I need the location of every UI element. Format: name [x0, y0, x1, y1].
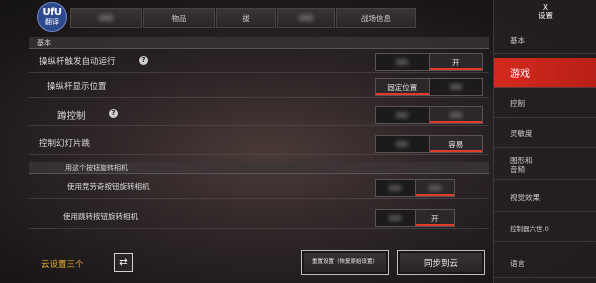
row-joystick-auto-run: 操纵杆触发自动运行 ? 开	[29, 50, 489, 73]
settings-sidebar: X 设置 基本 游戏 控制 灵敏度 图形和 音频 视觉效果 控制器六世.0 语言	[493, 0, 596, 283]
toggle-fixed-option[interactable]: 固定位置	[376, 79, 429, 95]
toggle-option-b[interactable]	[429, 107, 482, 123]
section-basic: 基本	[29, 37, 489, 49]
toggle-on-option[interactable]: 开	[415, 210, 454, 226]
toggle-other-option[interactable]	[430, 79, 483, 95]
row-jump-rotate: 使用跳转按钮旋转相机 开	[29, 206, 489, 229]
toggle-on-option[interactable]: 开	[429, 54, 482, 70]
row-aim-rotate: 使用竞劳奇按钮旋转相机	[29, 176, 489, 199]
row-label: 蹲控制	[57, 111, 86, 122]
top-tab-bar: 物品 拔 战场信息	[70, 8, 490, 28]
settings-screen: UfU 翻译 物品 拔 战场信息 基本 操纵杆触发自动运行 ? 开 操纵杆显示位…	[0, 0, 596, 283]
row-label: 使用竞劳奇按钮旋转相机	[67, 182, 150, 191]
toggle-easy-option[interactable]: 容易	[429, 136, 482, 152]
row-label: 控制幻灯片跳	[39, 139, 91, 149]
sidebar-item-visual-effects[interactable]: 视觉效果	[494, 184, 596, 212]
row-slide-control: 控制幻灯片跳 容易	[29, 132, 489, 155]
settings-panel: 基本 操纵杆触发自动运行 ? 开 操纵杆显示位置 固定位置 蹲控制 ? 控制幻灯…	[29, 33, 489, 241]
tab-0[interactable]	[70, 8, 142, 28]
reset-settings-button[interactable]: 重置设置（恢复原始设置）	[301, 250, 389, 275]
tab-3[interactable]	[277, 8, 335, 28]
toggle-option-b[interactable]	[415, 180, 454, 196]
toggle-off-option[interactable]	[376, 54, 429, 70]
help-icon[interactable]: ?	[139, 56, 148, 65]
joystick-auto-run-toggle[interactable]: 开	[375, 53, 483, 71]
tab-pickup[interactable]: 拔	[216, 8, 276, 28]
tab-items[interactable]: 物品	[143, 8, 215, 28]
aim-rotate-toggle[interactable]	[375, 179, 455, 197]
help-icon[interactable]: ?	[109, 109, 118, 118]
row-joystick-position: 操纵杆显示位置 固定位置	[29, 75, 489, 98]
section-camera: 用这个按钮旋转相机	[29, 162, 489, 174]
row-label: 使用跳转按钮旋转相机	[63, 212, 138, 221]
joystick-position-toggle[interactable]: 固定位置	[375, 78, 483, 96]
cloud-settings-label: 云设置三个	[41, 260, 84, 270]
row-crouch: 蹲控制 ?	[29, 103, 489, 126]
sidebar-item-graphics-audio[interactable]: 图形和 音频	[494, 150, 596, 180]
translate-logo: UfU	[42, 7, 62, 18]
slide-control-toggle[interactable]: 容易	[375, 135, 483, 153]
sync-to-cloud-button[interactable]: 同步到云	[397, 250, 485, 275]
crouch-toggle[interactable]	[375, 106, 483, 124]
sidebar-item-sensitivity[interactable]: 灵敏度	[494, 120, 596, 148]
sidebar-item-controller[interactable]: 控制器六世.0	[494, 214, 596, 242]
toggle-option-a[interactable]	[376, 107, 429, 123]
sidebar-item-basic[interactable]: 基本	[494, 28, 596, 54]
sidebar-title: 设置	[538, 11, 553, 20]
sidebar-item-controls[interactable]: 控制	[494, 90, 596, 118]
jump-rotate-toggle[interactable]: 开	[375, 209, 455, 227]
toggle-option-a[interactable]	[376, 136, 429, 152]
translate-label: 翻译	[45, 18, 59, 26]
sidebar-item-game[interactable]: 游戏	[494, 58, 596, 88]
toggle-off-option[interactable]	[376, 210, 415, 226]
row-label: 操纵杆显示位置	[47, 82, 107, 92]
translate-button[interactable]: UfU 翻译	[37, 2, 67, 32]
tab-battlefield-info[interactable]: 战场信息	[336, 8, 416, 28]
sidebar-header: X 设置	[494, 4, 596, 20]
swap-icon[interactable]: ⇄	[114, 253, 133, 272]
sidebar-item-language[interactable]: 语言	[494, 250, 596, 278]
row-label: 操纵杆触发自动运行	[39, 57, 116, 67]
toggle-option-a[interactable]	[376, 180, 415, 196]
